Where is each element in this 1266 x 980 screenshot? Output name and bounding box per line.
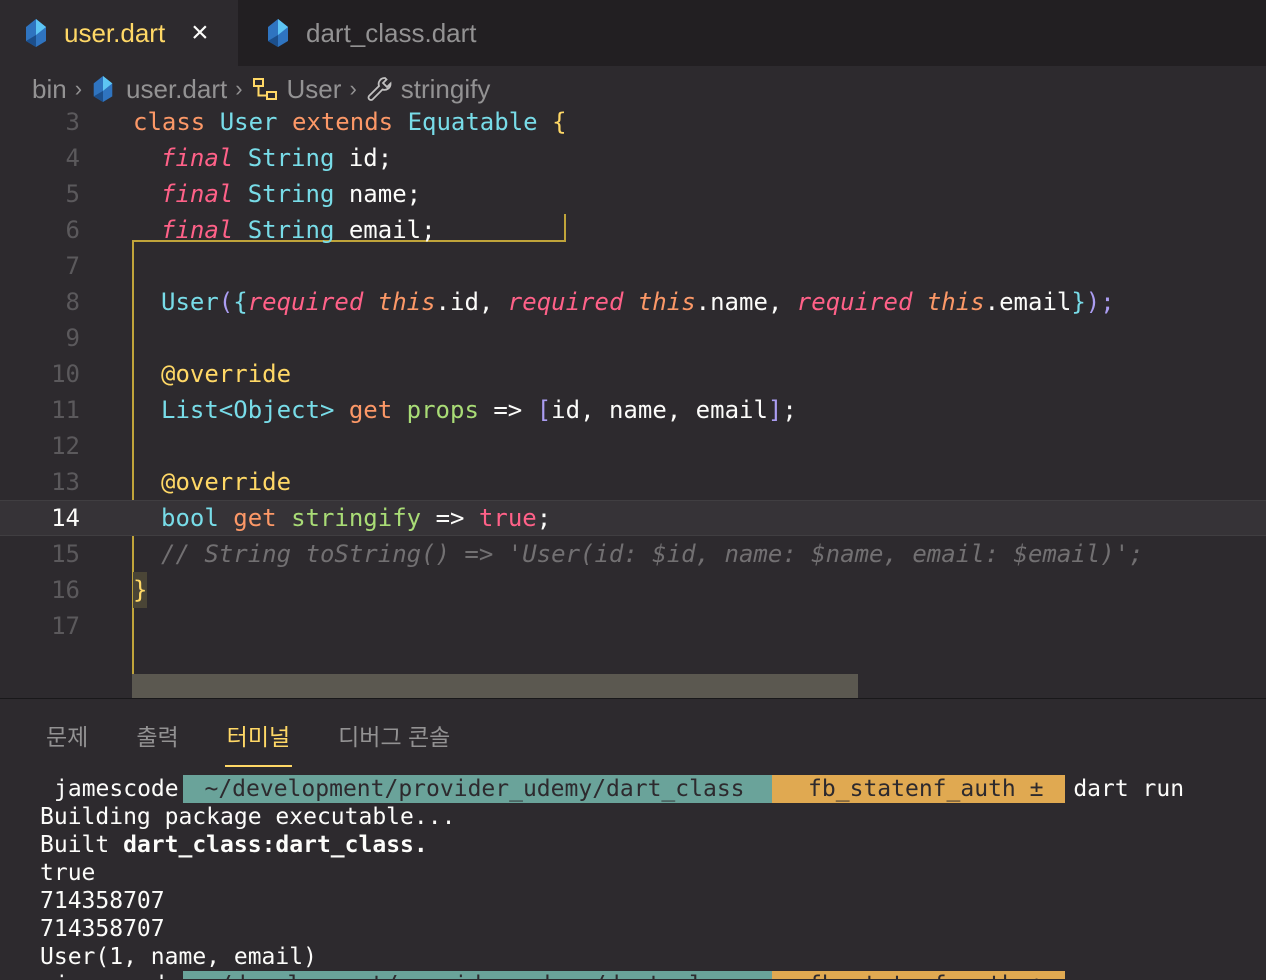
- dart-file-icon: [93, 76, 113, 102]
- code-text: @override: [161, 360, 292, 388]
- bottom-panel: 문제 출력 터미널 디버그 콘솔 jamescode ~/development…: [0, 698, 1266, 980]
- tab-user-dart[interactable]: user.dart ×: [0, 0, 238, 66]
- line-number: 16: [51, 576, 80, 604]
- code-line: 15 // String toString() => 'User(id: $id…: [0, 536, 1266, 572]
- tab-problems[interactable]: 문제: [44, 719, 90, 767]
- prompt-command: dart run: [1073, 776, 1185, 802]
- line-number: 9: [65, 324, 80, 352]
- code-line: 5 final String name;: [0, 176, 1266, 212]
- class-symbol-icon: [252, 78, 277, 100]
- editor-tab-bar: user.dart × dart_class.dart: [0, 0, 1266, 66]
- code-text: bool get stringify => true;: [161, 504, 552, 532]
- code-line: 3 class User extends Equatable {: [0, 104, 1266, 140]
- code-text: final String email;: [161, 216, 436, 244]
- terminal-output-line: Built dart_class:dart_class.: [40, 832, 428, 858]
- horizontal-scrollbar[interactable]: [132, 674, 858, 698]
- line-number: 7: [65, 252, 80, 280]
- code-editor[interactable]: 3 class User extends Equatable { 4 final…: [0, 104, 1266, 712]
- chevron-right-icon: ›: [235, 76, 243, 101]
- wrench-icon: [367, 77, 392, 101]
- code-line: 4 final String id;: [0, 140, 1266, 176]
- line-number: 17: [51, 612, 80, 640]
- prompt-user: jamescode: [40, 775, 183, 803]
- chevron-right-icon: ›: [349, 76, 357, 101]
- close-tab-icon[interactable]: ×: [191, 18, 209, 48]
- code-text: List<Object> get props => [id, name, ema…: [161, 396, 797, 424]
- tab-label: dart_class.dart: [306, 17, 477, 48]
- line-number: 10: [51, 360, 80, 388]
- line-number: 12: [51, 432, 80, 460]
- code-text: class User extends Equatable {: [133, 108, 567, 136]
- line-number: 14: [51, 504, 80, 532]
- panel-tabs: 문제 출력 터미널 디버그 콘솔: [0, 719, 452, 769]
- chevron-right-icon: ›: [74, 76, 83, 101]
- terminal-output-line: User(1, name, email): [40, 944, 317, 970]
- terminal[interactable]: jamescode ~/development/provider_udemy/d…: [40, 775, 1266, 979]
- line-number: 13: [51, 468, 80, 496]
- prompt-git-branch: fb_statenf_auth ±: [772, 775, 1066, 803]
- code-text: @override: [161, 468, 292, 496]
- code-text: final String id;: [161, 144, 393, 172]
- code-text: User({required this.id, required this.na…: [161, 288, 1115, 316]
- line-number: 6: [65, 216, 80, 244]
- dart-file-icon: [268, 19, 288, 47]
- prompt-path: ~/development/provider_udemy/dart_class: [182, 775, 773, 803]
- breadcrumb-class[interactable]: User: [287, 74, 342, 105]
- terminal-output-line: Building package executable...: [40, 804, 456, 830]
- tab-terminal[interactable]: 터미널: [224, 719, 293, 767]
- breadcrumb-member[interactable]: stringify: [401, 74, 491, 105]
- breadcrumb-folder[interactable]: bin: [32, 74, 67, 105]
- code-line: 12: [0, 428, 1266, 464]
- code-text: final String name;: [161, 180, 422, 208]
- code-line: 10 @override: [0, 356, 1266, 392]
- code-line: 16 }: [0, 572, 1266, 608]
- code-line: 8 User({required this.id, required this.…: [0, 284, 1266, 320]
- code-line: 9: [0, 320, 1266, 356]
- code-text: }: [133, 572, 148, 608]
- code-line: 6 final String email;: [0, 212, 1266, 248]
- tab-output[interactable]: 출력: [134, 719, 180, 767]
- code-line: 17: [0, 608, 1266, 644]
- tab-label: user.dart: [64, 17, 166, 48]
- terminal-prompt: jamescode ~/development/provider_udemy/d…: [40, 775, 1266, 803]
- line-number: 4: [65, 144, 80, 172]
- terminal-output-line: 714358707: [40, 916, 165, 942]
- code-line: 11 List<Object> get props => [id, name, …: [0, 392, 1266, 428]
- line-number: 3: [65, 108, 80, 136]
- tab-debug-console[interactable]: 디버그 콘솔: [336, 719, 452, 767]
- code-line-current: 14 bool get stringify => true;: [0, 500, 1266, 536]
- terminal-prompt: jamescode ~/development/provider_udemy/d…: [40, 971, 1266, 979]
- terminal-output-line: true: [40, 860, 96, 886]
- code-line: 7: [0, 248, 1266, 284]
- line-number: 15: [51, 540, 80, 568]
- terminal-output-line: 714358707: [40, 888, 165, 914]
- line-number: 8: [65, 288, 80, 316]
- code-line: 13 @override: [0, 464, 1266, 500]
- line-number: 11: [51, 396, 80, 424]
- tab-dart-class-dart[interactable]: dart_class.dart: [238, 0, 495, 66]
- line-number: 5: [65, 180, 80, 208]
- code-comment: // String toString() => 'User(id: $id, n…: [161, 540, 1144, 568]
- breadcrumb-file[interactable]: user.dart: [126, 74, 227, 105]
- dart-file-icon: [26, 19, 46, 47]
